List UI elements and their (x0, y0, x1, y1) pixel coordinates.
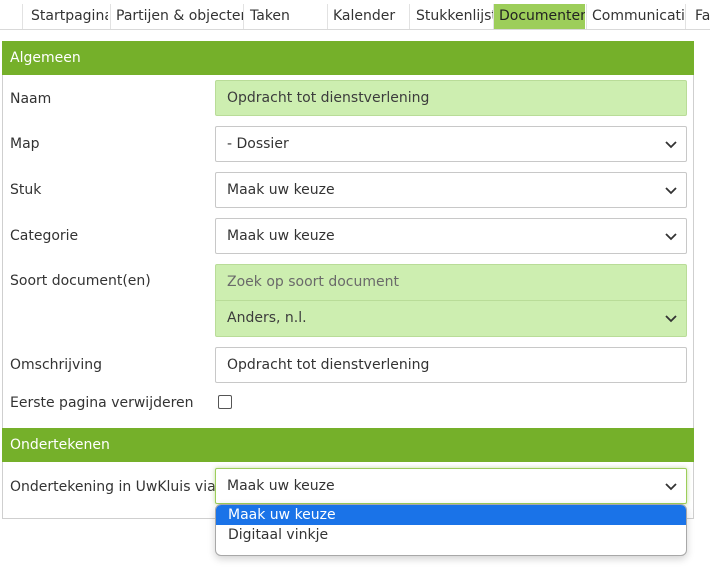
ondertekening-select-value: Maak uw keuze (227, 478, 335, 494)
option-maak-uw-keuze[interactable]: Maak uw keuze (216, 505, 686, 525)
map-select[interactable]: - Dossier (215, 126, 687, 162)
section-header-ondertekenen: Ondertekenen (2, 428, 694, 462)
eerste-pagina-label: Eerste pagina verwijderen (10, 395, 194, 411)
omschrijving-label: Omschrijving (10, 357, 102, 373)
tab-kalender[interactable]: Kalender (327, 4, 409, 29)
soort-document-label: Soort document(en) (10, 273, 151, 289)
chevron-down-icon (665, 233, 677, 241)
section-header-algemeen: Algemeen (2, 41, 694, 75)
tab-fa[interactable]: Fa (685, 4, 710, 29)
soort-document-select-value: Anders, n.l. (227, 310, 307, 326)
eerste-pagina-checkbox[interactable] (218, 395, 232, 409)
naam-input[interactable]: Opdracht tot dienstverlening (215, 80, 687, 116)
map-select-value: - Dossier (227, 136, 289, 152)
tab-communicatie[interactable]: Communicatie (586, 4, 685, 29)
ondertekening-select[interactable]: Maak uw keuze (215, 468, 687, 504)
omschrijving-input[interactable]: Opdracht tot dienstverlening (215, 347, 687, 383)
soort-document-select[interactable]: Anders, n.l. (215, 300, 687, 337)
option-digitaal-vinkje[interactable]: Digitaal vinkje (216, 525, 686, 545)
tab-partijen-objecten[interactable]: Partijen & objecten (110, 4, 243, 29)
categorie-select-value: Maak uw keuze (227, 228, 335, 244)
stuk-select[interactable]: Maak uw keuze (215, 172, 687, 208)
chevron-down-icon (665, 141, 677, 149)
categorie-select[interactable]: Maak uw keuze (215, 218, 687, 254)
tab-taken[interactable]: Taken (243, 4, 327, 29)
chevron-down-icon (665, 483, 677, 491)
ondertekening-options-list: Maak uw keuze Digitaal vinkje (215, 504, 687, 556)
tab-stukkenlijst[interactable]: Stukkenlijst (409, 4, 493, 29)
chevron-down-icon (665, 315, 677, 323)
stuk-select-value: Maak uw keuze (227, 182, 335, 198)
categorie-label: Categorie (10, 228, 79, 244)
chevron-down-icon (665, 187, 677, 195)
tab-documenten[interactable]: Documenten (493, 4, 585, 29)
ondertekening-label: Ondertekening in UwKluis via (10, 479, 216, 495)
soort-document-search-input[interactable]: Zoek op soort document (215, 264, 687, 301)
top-navigation-tabs: Startpagina Partijen & objecten Taken Ka… (0, 0, 710, 30)
naam-label: Naam (10, 91, 52, 107)
tab-startpagina[interactable]: Startpagina (22, 4, 108, 29)
stuk-label: Stuk (10, 182, 42, 198)
map-label: Map (10, 136, 40, 152)
